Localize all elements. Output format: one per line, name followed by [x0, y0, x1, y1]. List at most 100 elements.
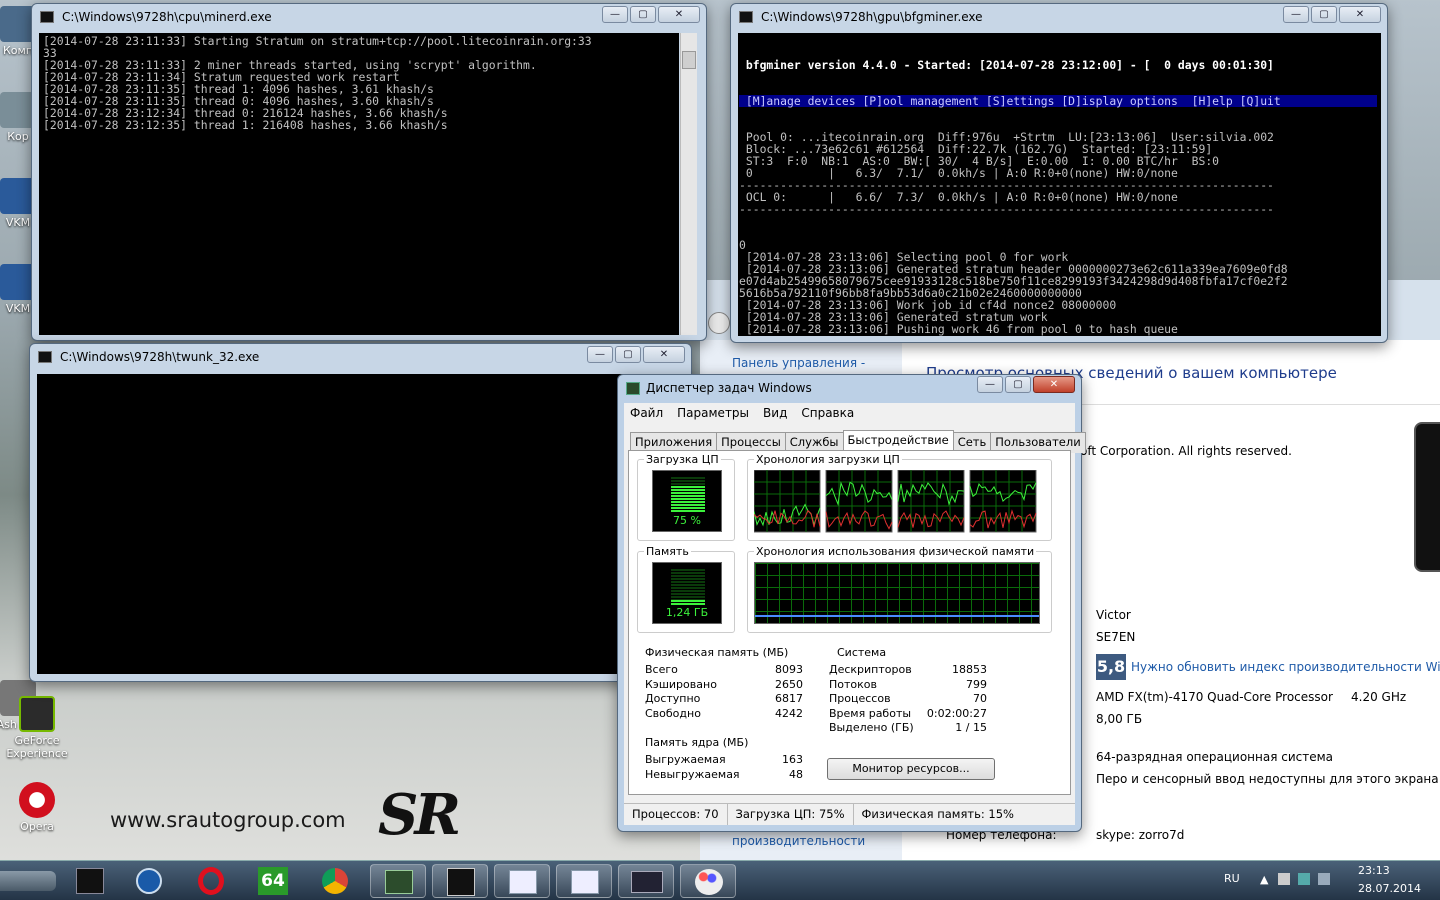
taskbar-task-manager[interactable]	[370, 864, 426, 898]
back-button[interactable]	[708, 312, 730, 334]
tray-expand-icon[interactable]: ▲	[1260, 873, 1268, 886]
cpu-history-group: Хронология загрузки ЦП	[747, 453, 1052, 541]
console-line: ----------------------------------------…	[739, 202, 1274, 216]
taskbar-media-player[interactable]	[122, 864, 178, 898]
geforce-icon	[19, 696, 55, 732]
info-row: Всего 8093	[645, 663, 803, 678]
phone-value: skype: zorro7d	[1096, 828, 1185, 842]
info-key: Всего	[645, 663, 678, 676]
console-icon	[447, 868, 475, 896]
minimize-button[interactable]: —	[602, 6, 628, 23]
status-processes: Процессов: 70	[624, 804, 728, 825]
performance-update-link[interactable]: Нужно обновить индекс производительности…	[1131, 660, 1440, 674]
taskbar: 64 RU ▲ 23:13 28.07.2014	[0, 860, 1440, 900]
physical-memory-title: Физическая память (МБ)	[643, 646, 791, 659]
menu-help[interactable]: Справка	[801, 406, 854, 420]
start-button[interactable]	[0, 871, 56, 891]
physical-memory-group: Физическая память (МБ) Всего 8093 Кэширова…	[637, 646, 815, 731]
close-button[interactable]: ✕	[1339, 6, 1381, 23]
maximize-button[interactable]: ▢	[615, 346, 641, 363]
window-icon	[571, 870, 599, 894]
taskbar-window-2[interactable]	[556, 864, 612, 898]
control-panel-home-link[interactable]: Панель управления -	[732, 356, 865, 370]
cpu-core-graph	[754, 470, 821, 533]
tray-icon-2[interactable]	[1298, 873, 1310, 885]
control-panel-icon	[631, 871, 663, 893]
info-key: Кэшировано	[645, 677, 717, 691]
aida64-icon: 64	[258, 867, 288, 895]
info-value: 2650	[775, 677, 803, 691]
kernel-memory-table: Выгружаемая 163 Невыгружаемая 48	[645, 753, 803, 782]
twunk-console-output	[37, 374, 684, 674]
maximize-button[interactable]: ▢	[1311, 6, 1337, 23]
processor-freq: 4.20 GHz	[1351, 690, 1407, 704]
twunk-window[interactable]: C:\Windows\9728h\twunk_32.exe — ▢ ✕	[29, 343, 692, 682]
taskbar-control-panel[interactable]	[618, 864, 674, 898]
task-manager-window[interactable]: Диспетчер задач Windows — ▢ ✕ Файл Параметр…	[617, 374, 1086, 832]
performance-link[interactable]: производительности	[732, 834, 865, 848]
window-titlebar[interactable]: C:\Windows\9728h\twunk_32.exe — ▢ ✕	[30, 344, 691, 372]
task-manager-body: Файл Параметры Вид Справка Приложения Проце…	[624, 403, 1086, 825]
gpu-miner-window[interactable]: C:\Windows\9728h\gpu\bfgminer.exe — ▢ ✕ bf…	[730, 3, 1388, 343]
tray-icon-1[interactable]	[1278, 873, 1290, 885]
maximize-button[interactable]: ▢	[630, 6, 656, 23]
menu-file[interactable]: Файл	[630, 406, 663, 420]
info-key: Процессов	[829, 692, 891, 705]
info-value: 4242	[775, 706, 803, 720]
clock-time[interactable]: 23:13	[1358, 864, 1390, 877]
info-row: Дескрипторов 18853	[829, 663, 987, 678]
taskbar-chrome[interactable]	[308, 864, 364, 898]
language-indicator[interactable]: RU	[1224, 872, 1240, 885]
clock-date[interactable]: 28.07.2014	[1358, 882, 1421, 895]
info-row: Время работы 0:02:00:27	[829, 707, 987, 722]
info-key: Свободно	[645, 706, 701, 720]
maximize-button[interactable]: ▢	[1005, 376, 1031, 393]
memory-history-label: Хронология использования физической памя…	[754, 545, 1037, 558]
gpu-console-output: bfgminer version 4.4.0 - Started: [2014-…	[738, 33, 1381, 336]
console-line: [2014-07-28 23:13:08] [thread 0: 29952 h…	[739, 335, 1377, 336]
minimize-button[interactable]: —	[977, 376, 1003, 393]
info-value: 70	[973, 692, 987, 705]
paint-icon	[695, 869, 723, 895]
desktop-icon-opera[interactable]: Opera	[5, 782, 69, 833]
window-titlebar[interactable]: C:\Windows\9728h\gpu\bfgminer.exe — ▢ ✕	[731, 4, 1387, 32]
performance-score-badge[interactable]: 5,8	[1096, 654, 1126, 680]
performance-tab-panel: Загрузка ЦП 75 % Хронология загрузки ЦП …	[628, 450, 1071, 795]
info-key: Выгружаемая	[645, 753, 726, 766]
console-app-icon	[739, 11, 753, 23]
close-button[interactable]: ✕	[643, 346, 685, 363]
taskbar-opera[interactable]	[184, 864, 240, 898]
window-titlebar[interactable]: C:\Windows\9728h\cpu\minerd.exe — ▢ ✕	[32, 4, 706, 32]
info-row: Выгружаемая 163	[645, 753, 803, 768]
miner-app-icon	[76, 868, 104, 894]
menu-options[interactable]: Параметры	[677, 406, 749, 420]
taskbar-paint[interactable]	[680, 864, 736, 898]
bfgminer-menu[interactable]: [M]anage devices [P]ool management [S]et…	[739, 95, 1377, 107]
network-icon[interactable]	[1318, 873, 1330, 885]
taskbar-window-1[interactable]	[494, 864, 550, 898]
memory-value: 1,24 ГБ	[665, 606, 709, 619]
scrollbar-thumb[interactable]	[682, 51, 696, 69]
info-key: Дескрипторов	[829, 663, 912, 676]
window-title: C:\Windows\9728h\twunk_32.exe	[60, 350, 260, 364]
taskbar-aida64[interactable]: 64	[246, 864, 302, 898]
close-button[interactable]: ✕	[658, 6, 700, 23]
bfgminer-log: 0 [2014-07-28 23:13:06] Selecting pool 0…	[739, 239, 1377, 336]
close-button[interactable]: ✕	[1033, 376, 1075, 393]
resource-monitor-button[interactable]: Монитор ресурсов...	[827, 758, 995, 780]
info-row: Выделено (ГБ) 1 / 15	[829, 721, 987, 736]
cpu-usage-label: Загрузка ЦП	[644, 453, 721, 466]
window-titlebar[interactable]: Диспетчер задач Windows — ▢ ✕	[618, 375, 1081, 403]
bfgminer-status: Pool 0: ...itecoinrain.org Diff:976u +St…	[739, 131, 1377, 215]
tab-performance[interactable]: Быстродействие	[842, 430, 954, 451]
minimize-button[interactable]: —	[1283, 6, 1309, 23]
media-player-icon	[136, 868, 162, 894]
console-scrollbar[interactable]	[680, 33, 697, 335]
menu-view[interactable]: Вид	[763, 406, 787, 420]
taskbar-miner-app[interactable]	[62, 864, 118, 898]
minimize-button[interactable]: —	[587, 346, 613, 363]
cpu-miner-window[interactable]: C:\Windows\9728h\cpu\minerd.exe — ▢ ✕ [201…	[31, 3, 707, 341]
desktop-icon-geforce[interactable]: GeForce Experience	[5, 696, 69, 760]
os-type: 64-разрядная операционная система	[1096, 750, 1334, 764]
taskbar-bfgminer[interactable]	[432, 864, 488, 898]
